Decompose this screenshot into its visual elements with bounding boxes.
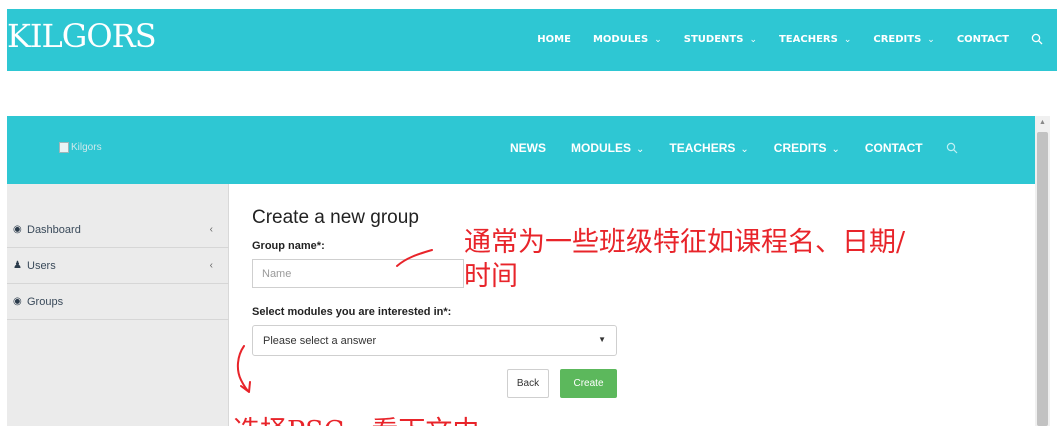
annotation-note-line1: 通常为一些班级特征如课程名、日期/ [464,227,906,258]
annotation-arrow-mark [236,345,251,393]
annotation-note-partial: 选择PSC，看下文中 [233,418,479,426]
annotation-note-line2: 时间 [464,261,518,292]
annotation-tick-mark [396,249,433,267]
handwritten-marks [236,249,433,393]
